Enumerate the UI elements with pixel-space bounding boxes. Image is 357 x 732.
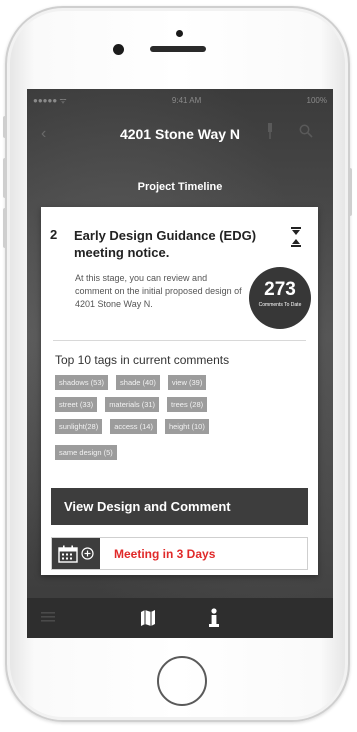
- add-circle-icon: [81, 547, 94, 560]
- earpiece-speaker: [150, 46, 206, 52]
- app-screen: ●●●●● ᯤ 9:41 AM 100% ‹ 4201 Stone Way N …: [27, 89, 333, 638]
- info-icon[interactable]: [208, 608, 220, 628]
- calendar-icon: [58, 545, 78, 563]
- bottom-tab-bar: [27, 598, 333, 638]
- menu-icon[interactable]: [41, 612, 55, 622]
- timeline-label: Project Timeline: [137, 181, 223, 193]
- status-time: 9:41 AM: [171, 95, 202, 105]
- mute-switch: [3, 116, 7, 138]
- tag-chip[interactable]: trees (28): [167, 397, 208, 412]
- tag-chip[interactable]: street (33): [55, 397, 98, 412]
- view-design-comment-button[interactable]: View Design and Comment: [51, 488, 308, 525]
- tag-chip[interactable]: view (39): [167, 375, 207, 390]
- carrier-signal: ●●●●● ᯤ: [33, 95, 67, 105]
- meeting-reminder[interactable]: Meeting in 3 Days: [51, 537, 308, 570]
- tag-chip[interactable]: same design (5): [55, 445, 117, 460]
- tag-chip[interactable]: shade (40): [116, 375, 160, 390]
- tag-row: shadows (53) shade (40) view (39): [55, 375, 207, 390]
- card-title: Early Design Guidance (EDG) meeting noti…: [74, 228, 257, 260]
- front-camera: [176, 30, 183, 37]
- pin-icon[interactable]: [266, 123, 274, 139]
- page-title: 4201 Stone Way N: [119, 126, 241, 142]
- tag-row: sunlight(28) access (14) height (10): [55, 419, 209, 434]
- map-icon[interactable]: [140, 609, 156, 627]
- volume-up-button: [3, 158, 7, 198]
- tag-chip[interactable]: access (14): [110, 419, 157, 434]
- tags-heading: Top 10 tags in current comments: [55, 353, 230, 367]
- comment-count: 273: [264, 279, 296, 300]
- tag-row: same design (5): [55, 445, 117, 460]
- tag-chip[interactable]: height (10): [164, 419, 209, 434]
- volume-down-button: [3, 208, 7, 248]
- tag-chip[interactable]: shadows (53): [55, 375, 109, 390]
- step-number: 2: [50, 227, 58, 242]
- timeline-card: 2 Early Design Guidance (EDG) meeting no…: [41, 207, 318, 575]
- tag-row: street (33) materials (31) trees (28): [55, 397, 208, 412]
- card-description: At this stage, you can review and commen…: [75, 273, 242, 309]
- sensor-dot: [113, 44, 124, 55]
- divider: [53, 340, 306, 341]
- search-icon[interactable]: [299, 124, 313, 138]
- meeting-icon-box[interactable]: [52, 538, 100, 569]
- status-bar: ●●●●● ᯤ 9:41 AM 100%: [27, 89, 333, 111]
- collapse-icon[interactable]: [291, 227, 301, 247]
- battery-indicator: 100%: [306, 95, 327, 105]
- comment-count-label: Comments To Date: [258, 302, 302, 308]
- tag-chip[interactable]: sunlight(28): [55, 419, 103, 434]
- home-button[interactable]: [157, 656, 207, 706]
- back-icon[interactable]: ‹: [41, 125, 46, 143]
- meeting-countdown: Meeting in 3 Days: [114, 546, 216, 561]
- power-button: [348, 168, 352, 216]
- tag-chip[interactable]: materials (31): [105, 397, 160, 412]
- comment-count-badge: 273 Comments To Date: [249, 267, 311, 329]
- navigation-bar: ‹ 4201 Stone Way N: [27, 111, 333, 157]
